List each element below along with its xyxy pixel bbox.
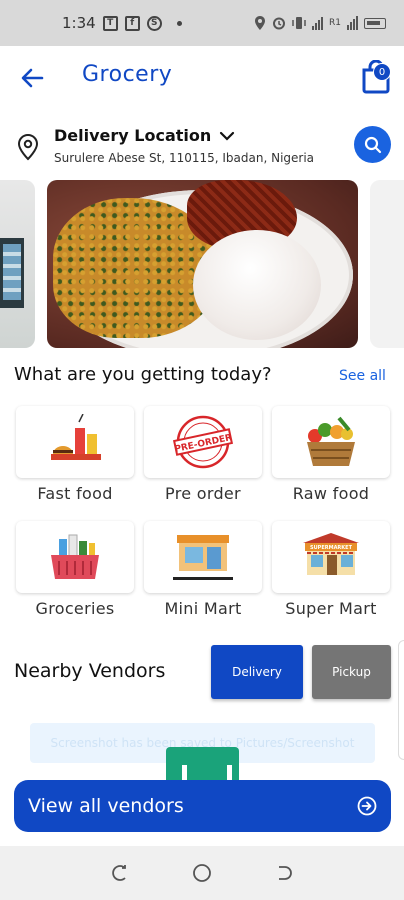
super-mart-icon: SUPERMARKET [303,533,359,575]
fufu [193,230,321,340]
category-card[interactable] [144,521,262,593]
category-raw-food[interactable]: Raw food [272,406,390,503]
vegetable-basket-icon [307,416,355,466]
store-shelf-image [0,238,24,308]
category-card[interactable] [272,406,390,478]
page-title: Grocery [82,62,173,87]
alarm-icon [273,17,286,30]
category-label: Super Mart [285,599,377,618]
sim-label: R1 [329,18,341,28]
category-label: Groceries [35,599,115,618]
category-fast-food[interactable]: Fast food [16,406,134,503]
category-card[interactable]: PRE-ORDER [144,406,262,478]
location-icon [255,16,266,30]
back-nav-icon[interactable] [275,864,293,882]
view-all-vendors-label: View all vendors [28,795,184,817]
chevron-down-icon [220,131,235,141]
fast-food-icon [51,414,101,460]
location-pin-icon [17,133,39,161]
category-pre-order[interactable]: PRE-ORDER Pre order [144,406,262,503]
tab-pickup[interactable]: Pickup [312,645,391,699]
banner-carousel[interactable] [0,180,404,348]
battery-icon [364,17,386,29]
category-label: Mini Mart [164,599,242,618]
delivery-location-selector[interactable]: Delivery Location [54,126,235,145]
signal-icon [312,16,324,30]
search-button[interactable] [354,126,391,163]
home-icon[interactable] [192,863,212,883]
more-notifications-icon [176,20,182,26]
recent-apps-icon[interactable] [111,864,129,882]
categories-heading: What are you getting today? [14,364,272,385]
arrow-right-circle-icon [357,796,377,816]
banner-previous-slide[interactable] [0,180,35,348]
cart-count-badge: 0 [373,63,391,81]
nearby-vendors-heading: Nearby Vendors [14,660,166,682]
search-icon [364,136,381,153]
super-mart-sign-text: SUPERMARKET [310,545,353,551]
vibrate-icon [292,17,306,29]
category-card[interactable]: SUPERMARKET [272,521,390,593]
category-mini-mart[interactable]: Mini Mart [144,521,262,618]
banner-food-image[interactable] [47,180,358,348]
mini-mart-icon [173,535,233,580]
back-arrow-icon[interactable] [18,64,46,92]
category-label: Raw food [292,484,370,503]
grocery-basket-icon [51,534,99,579]
t-app-icon: T [102,15,118,31]
side-panel-handle[interactable] [398,640,404,760]
settings-s-icon: S [146,15,162,31]
facebook-icon: f [124,15,140,31]
app-header: Grocery 0 [0,46,404,110]
wifi-icon [347,16,358,30]
category-groceries[interactable]: Groceries [16,521,134,618]
banner-next-slide[interactable] [370,180,404,348]
view-all-vendors-button[interactable]: View all vendors [14,780,391,832]
status-bar: 1:34 T f S R1 [0,0,404,46]
tab-delivery[interactable]: Delivery [211,645,303,699]
category-label: Fast food [37,484,113,503]
category-card[interactable] [16,406,134,478]
delivery-location-title: Delivery Location [54,126,212,145]
status-time: 1:34 [62,14,96,32]
system-nav-bar [0,846,404,900]
category-super-mart[interactable]: SUPERMARKET Super Mart [272,521,390,618]
pre-order-stamp-icon: PRE-ORDER [173,415,233,469]
see-all-link[interactable]: See all [339,368,386,384]
category-card[interactable] [16,521,134,593]
delivery-address: Surulere Abese St, 110115, Ibadan, Niger… [54,151,315,165]
category-label: Pre order [165,484,241,503]
